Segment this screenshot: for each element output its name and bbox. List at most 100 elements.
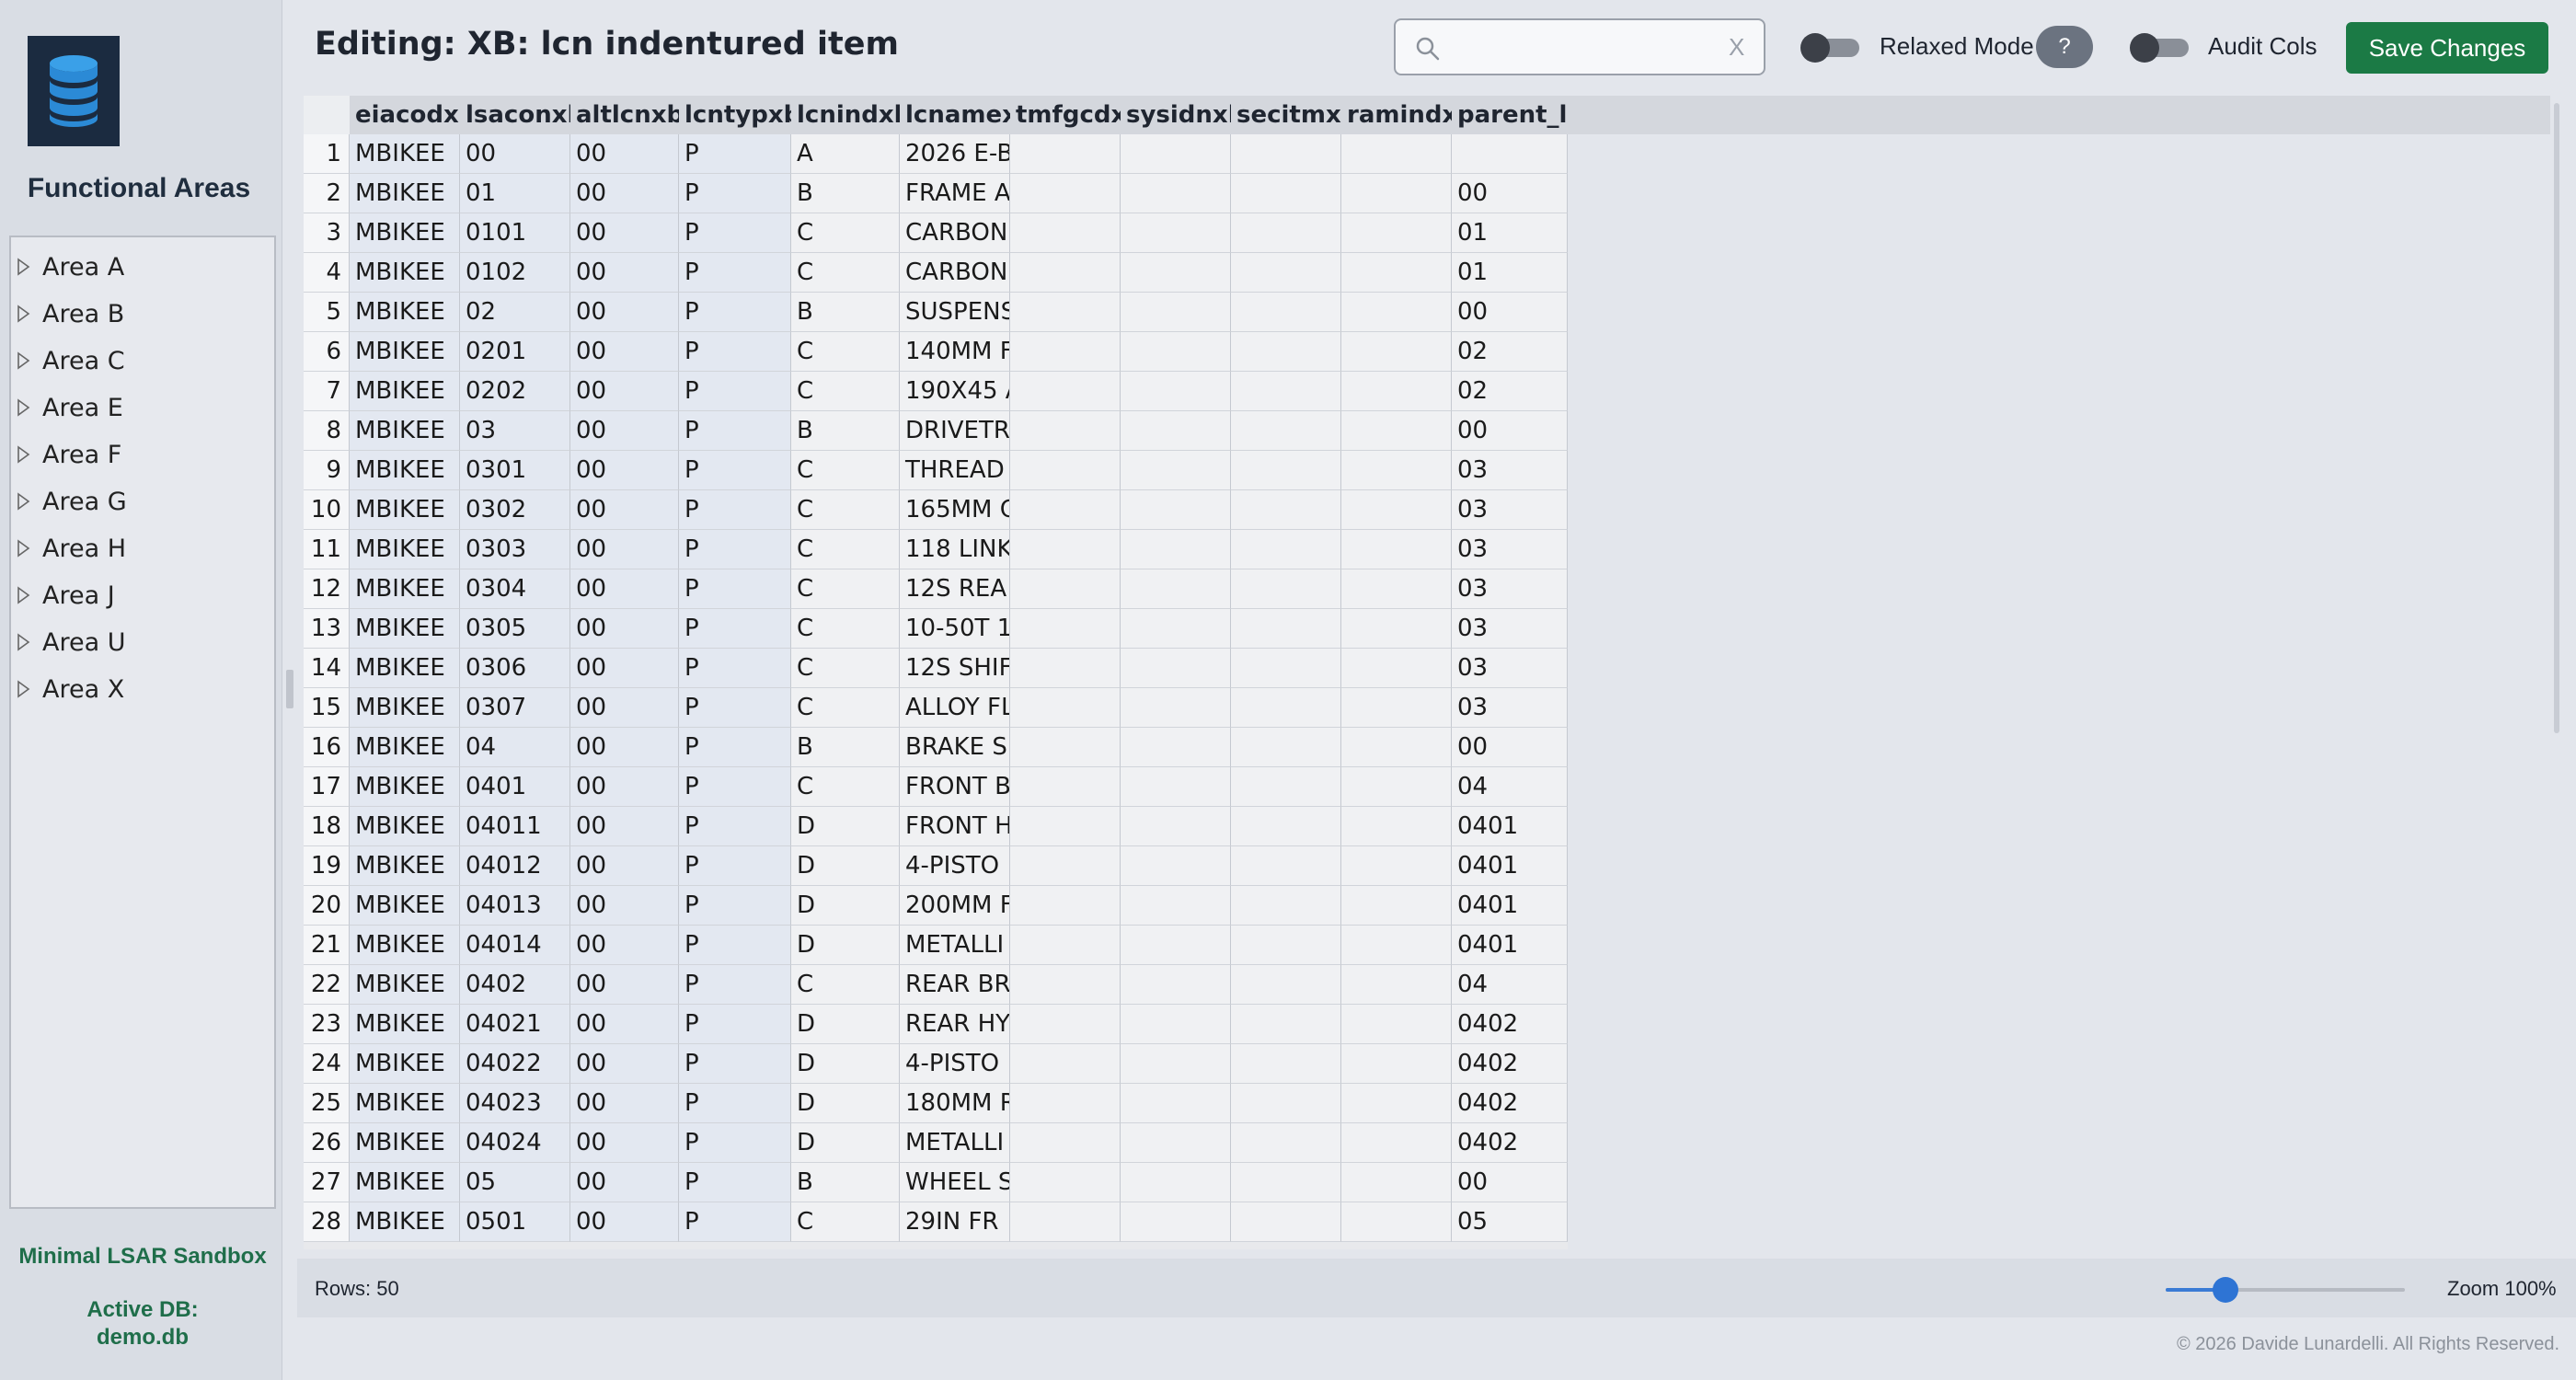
table-cell-lcnindxb[interactable]: C [791,649,900,688]
table-cell-parent-l[interactable]: 02 [1452,332,1568,372]
table-cell-lcntypxb[interactable]: P [679,372,791,411]
table-cell-lsaconxb[interactable]: 0303 [460,530,570,569]
table-cell-lcnamex[interactable]: 12S REA [900,569,1010,609]
table-cell-lcnindxb[interactable]: B [791,174,900,213]
table-cell-parent-l[interactable]: 0401 [1452,807,1568,846]
table-cell-ramindx[interactable] [1341,569,1452,609]
table-cell-parent-l[interactable]: 03 [1452,688,1568,728]
table-cell-lcnamex[interactable]: 165MM C [900,490,1010,530]
table-cell-ramindx[interactable] [1341,372,1452,411]
table-cell-lcntypxb[interactable]: P [679,530,791,569]
table-cell-sysidnxb[interactable] [1121,569,1231,609]
table-cell-lcnamex[interactable]: ALLOY FL [900,688,1010,728]
table-cell-tmfgcdx[interactable] [1010,372,1121,411]
table-cell-ramindx[interactable] [1341,965,1452,1005]
table-cell-altlcnxb[interactable]: 00 [570,1084,679,1123]
table-cell-secitmx[interactable] [1231,530,1341,569]
table-cell-parent-l[interactable]: 0402 [1452,1084,1568,1123]
table-cell-altlcnxb[interactable]: 00 [570,688,679,728]
table-cell-altlcnxb[interactable]: 00 [570,213,679,253]
table-cell-lcnamex[interactable]: REAR BR [900,965,1010,1005]
table-cell-lcnamex[interactable]: WHEEL S [900,1163,1010,1202]
table-cell-eiacodx[interactable]: MBIKEE [350,490,460,530]
table-cell-lsaconxb[interactable]: 01 [460,174,570,213]
table-cell-lcnindxb[interactable]: C [791,530,900,569]
table-cell-sysidnxb[interactable] [1121,728,1231,767]
table-row[interactable]: 27 MBIKEE 05 00 P B WHEEL S 00 [304,1163,1568,1202]
table-cell-parent-l[interactable]: 04 [1452,767,1568,807]
expand-triangle-icon[interactable] [17,432,42,477]
table-cell-eiacodx[interactable]: MBIKEE [350,1084,460,1123]
table-cell-lcnindxb[interactable]: B [791,728,900,767]
table-cell-ramindx[interactable] [1341,1163,1452,1202]
table-cell-sysidnxb[interactable] [1121,1163,1231,1202]
table-cell-ramindx[interactable] [1341,1123,1452,1163]
table-cell-sysidnxb[interactable] [1121,134,1231,174]
table-cell-lcnindxb[interactable]: C [791,1202,900,1242]
splitter-grip[interactable] [286,670,293,708]
table-cell-parent-l[interactable]: 04 [1452,965,1568,1005]
table-cell-tmfgcdx[interactable] [1010,886,1121,926]
table-cell-lcnamex[interactable]: FRONT H [900,807,1010,846]
table-cell-lsaconxb[interactable]: 0304 [460,569,570,609]
tree-item-area-h[interactable]: Area H [17,526,126,570]
table-cell-sysidnxb[interactable] [1121,1044,1231,1084]
table-cell-lcntypxb[interactable]: P [679,569,791,609]
table-cell-ramindx[interactable] [1341,886,1452,926]
table-cell-lcnamex[interactable]: FRAME A [900,174,1010,213]
column-header-tmfgcdx[interactable]: tmfgcdx [1010,96,1121,134]
table-cell-lcnindxb[interactable]: D [791,926,900,965]
table-cell-tmfgcdx[interactable] [1010,213,1121,253]
table-cell-ramindx[interactable] [1341,688,1452,728]
table-cell-eiacodx[interactable]: MBIKEE [350,807,460,846]
table-cell-eiacodx[interactable]: MBIKEE [350,530,460,569]
table-cell-ramindx[interactable] [1341,1084,1452,1123]
table-cell-lsaconxb[interactable]: 0301 [460,451,570,490]
table-row[interactable]: 17 MBIKEE 0401 00 P C FRONT B 04 [304,767,1568,807]
tree-item-area-u[interactable]: Area U [17,620,125,664]
table-cell-secitmx[interactable] [1231,1005,1341,1044]
table-cell-ramindx[interactable] [1341,332,1452,372]
table-cell-parent-l[interactable]: 05 [1452,1202,1568,1242]
table-cell-secitmx[interactable] [1231,886,1341,926]
column-header-lcnamex[interactable]: lcnamex [900,96,1010,134]
table-cell-secitmx[interactable] [1231,965,1341,1005]
table-cell-secitmx[interactable] [1231,174,1341,213]
table-cell-parent-l[interactable]: 0401 [1452,846,1568,886]
table-cell-lcntypxb[interactable]: P [679,609,791,649]
table-cell-sysidnxb[interactable] [1121,886,1231,926]
table-cell-parent-l[interactable]: 00 [1452,411,1568,451]
table-cell-altlcnxb[interactable]: 00 [570,1123,679,1163]
table-cell-secitmx[interactable] [1231,1202,1341,1242]
table-cell-sysidnxb[interactable] [1121,1123,1231,1163]
table-cell-ramindx[interactable] [1341,926,1452,965]
table-cell-tmfgcdx[interactable] [1010,530,1121,569]
table-cell-sysidnxb[interactable] [1121,649,1231,688]
table-cell-lcnindxb[interactable]: D [791,1005,900,1044]
tree-item-area-f[interactable]: Area F [17,432,121,477]
table-cell-ramindx[interactable] [1341,728,1452,767]
table-cell-tmfgcdx[interactable] [1010,649,1121,688]
table-cell-lcntypxb[interactable]: P [679,767,791,807]
table-cell-tmfgcdx[interactable] [1010,1044,1121,1084]
table-cell-eiacodx[interactable]: MBIKEE [350,649,460,688]
table-cell-lsaconxb[interactable]: 04023 [460,1084,570,1123]
table-cell-lcnamex[interactable]: 4-PISTO [900,1044,1010,1084]
table-cell-parent-l[interactable]: 02 [1452,372,1568,411]
table-cell-tmfgcdx[interactable] [1010,846,1121,886]
table-cell-altlcnxb[interactable]: 00 [570,926,679,965]
column-header-lcnindxb[interactable]: lcnindxb [791,96,900,134]
audit-cols-toggle[interactable] [2130,33,2189,63]
table-cell-lsaconxb[interactable]: 0501 [460,1202,570,1242]
table-row[interactable]: 1 MBIKEE 00 00 P A 2026 E-BI [304,134,1568,174]
table-cell-sysidnxb[interactable] [1121,1005,1231,1044]
table-cell-lcntypxb[interactable]: P [679,213,791,253]
table-cell-parent-l[interactable]: 03 [1452,490,1568,530]
table-cell-tmfgcdx[interactable] [1010,134,1121,174]
table-cell-eiacodx[interactable]: MBIKEE [350,332,460,372]
table-cell-tmfgcdx[interactable] [1010,293,1121,332]
table-cell-eiacodx[interactable]: MBIKEE [350,846,460,886]
table-cell-parent-l[interactable]: 03 [1452,451,1568,490]
table-cell-sysidnxb[interactable] [1121,965,1231,1005]
table-cell-tmfgcdx[interactable] [1010,926,1121,965]
